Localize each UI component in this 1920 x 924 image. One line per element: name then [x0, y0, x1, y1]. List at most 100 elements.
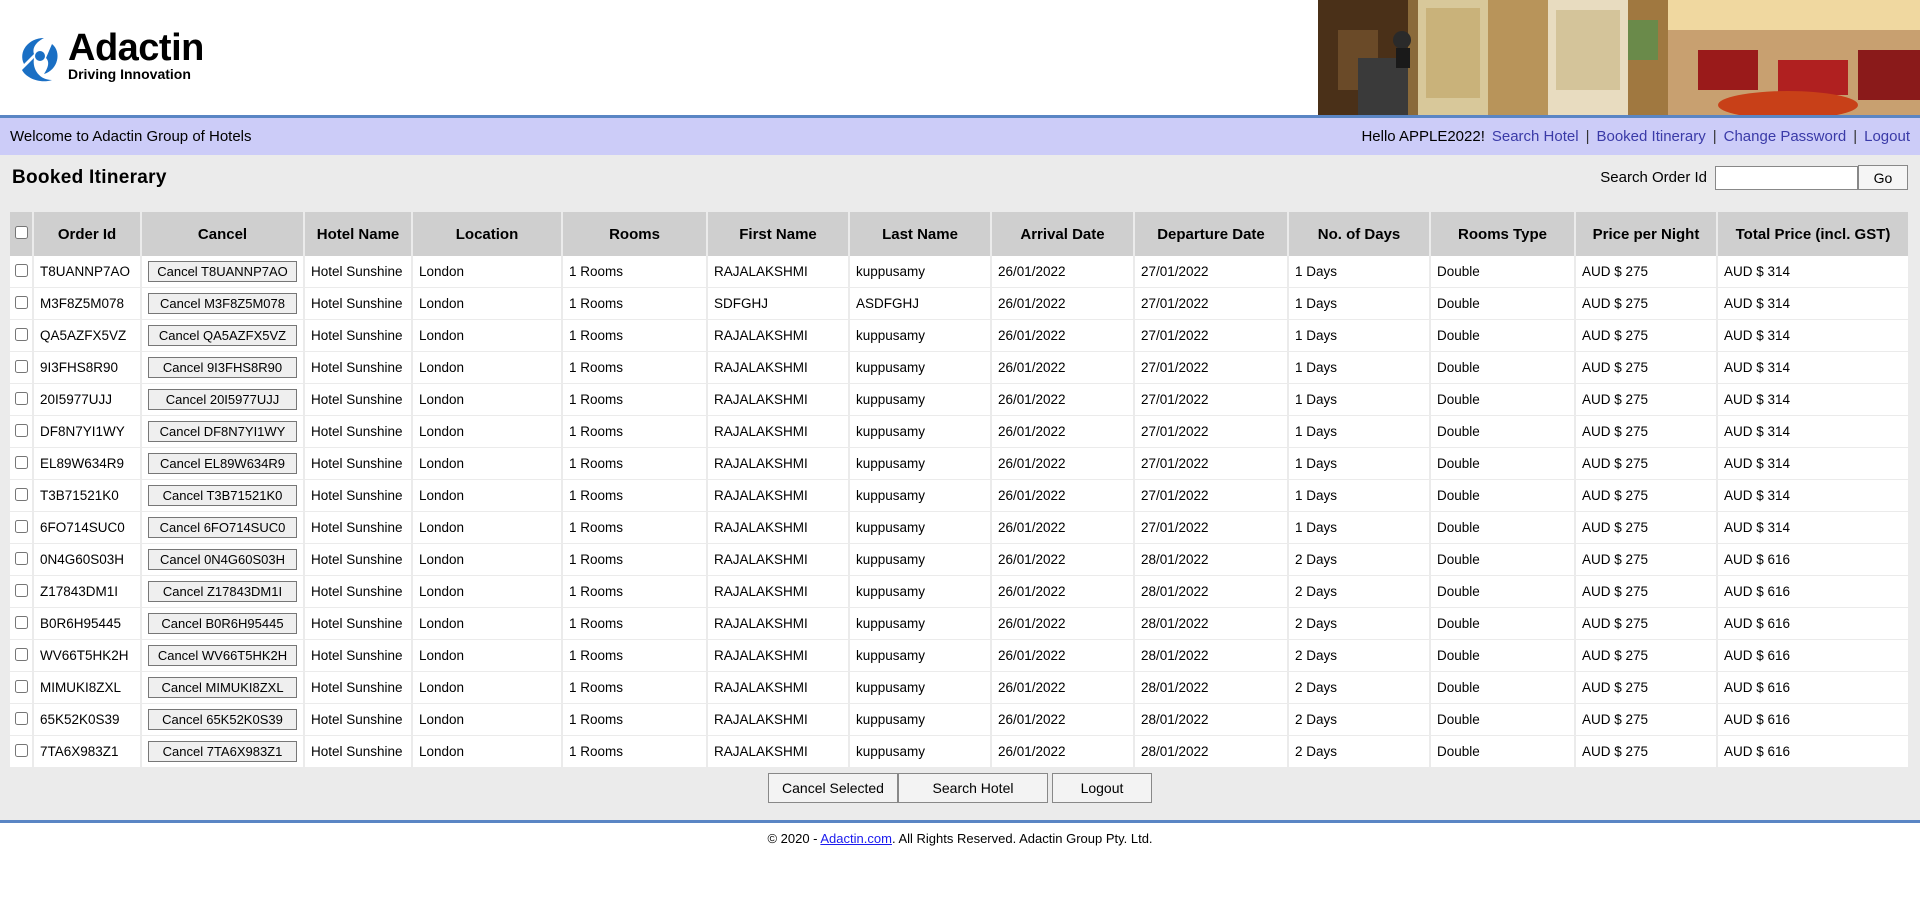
search-order-form: Search Order Id Go: [1600, 165, 1908, 190]
cell-last-name: kuppusamy: [849, 319, 992, 352]
row-select-checkbox[interactable]: [14, 551, 28, 565]
cancel-order-button[interactable]: Cancel 9I3FHS8R90: [148, 357, 297, 378]
cell-departure-date: 28/01/2022: [1134, 735, 1289, 768]
cancel-order-button[interactable]: Cancel EL89W634R9: [148, 453, 297, 474]
row-select-cell: [10, 351, 34, 384]
row-select-checkbox[interactable]: [14, 711, 28, 725]
cell-rooms-type: Double: [1430, 287, 1576, 320]
cell-order-id: QA5AZFX5VZ: [33, 319, 142, 352]
cell-rooms: 1 Rooms: [562, 735, 708, 768]
cell-last-name: kuppusamy: [849, 575, 992, 608]
row-select-cell: [10, 703, 34, 736]
table-row: 9I3FHS8R90 Cancel 9I3FHS8R90 Hotel Sunshin…: [10, 351, 1910, 384]
cancel-order-button[interactable]: Cancel B0R6H95445: [148, 613, 297, 634]
row-select-checkbox[interactable]: [14, 295, 28, 309]
cell-total-price: AUD $ 616: [1717, 639, 1910, 672]
footer-prefix: © 2020 -: [767, 831, 821, 846]
cancel-order-button[interactable]: Cancel 65K52K0S39: [148, 709, 297, 730]
footer-link[interactable]: Adactin.com: [820, 831, 892, 846]
cell-price-per-night: AUD $ 275: [1575, 671, 1718, 704]
cell-total-price: AUD $ 314: [1717, 447, 1910, 480]
row-select-checkbox[interactable]: [14, 519, 28, 533]
cancel-order-button[interactable]: Cancel 6FO714SUC0: [148, 517, 297, 538]
go-button[interactable]: Go: [1858, 165, 1908, 190]
cell-location: London: [412, 479, 563, 512]
cancel-order-button[interactable]: Cancel T3B71521K0: [148, 485, 297, 506]
cancel-order-button[interactable]: Cancel 0N4G60S03H: [148, 549, 297, 570]
cancel-selected-button[interactable]: Cancel Selected: [768, 773, 898, 803]
cancel-cell: Cancel 9I3FHS8R90: [141, 351, 305, 384]
nav-link-booked-itinerary[interactable]: Booked Itinerary: [1596, 128, 1705, 145]
cell-no-of-days: 2 Days: [1288, 575, 1431, 608]
cancel-cell: Cancel 0N4G60S03H: [141, 543, 305, 576]
select-all-checkbox[interactable]: [14, 225, 28, 239]
row-select-checkbox[interactable]: [14, 647, 28, 661]
cell-price-per-night: AUD $ 275: [1575, 319, 1718, 352]
row-select-checkbox[interactable]: [14, 391, 28, 405]
cell-departure-date: 27/01/2022: [1134, 447, 1289, 480]
cell-arrival-date: 26/01/2022: [991, 256, 1135, 288]
row-select-checkbox[interactable]: [14, 583, 28, 597]
logout-button[interactable]: Logout: [1052, 773, 1152, 803]
cancel-order-button[interactable]: Cancel MIMUKI8ZXL: [148, 677, 297, 698]
cell-rooms-type: Double: [1430, 671, 1576, 704]
cancel-order-button[interactable]: Cancel QA5AZFX5VZ: [148, 325, 297, 346]
nav-link-search-hotel[interactable]: Search Hotel: [1492, 128, 1579, 145]
cell-arrival-date: 26/01/2022: [991, 447, 1135, 480]
cell-hotel-name: Hotel Sunshine: [304, 671, 413, 704]
cell-first-name: RAJALAKSHMI: [707, 319, 850, 352]
cell-last-name: kuppusamy: [849, 671, 992, 704]
cell-first-name: SDFGHJ: [707, 287, 850, 320]
row-select-checkbox[interactable]: [14, 679, 28, 693]
cancel-cell: Cancel T3B71521K0: [141, 479, 305, 512]
cell-first-name: RAJALAKSHMI: [707, 383, 850, 416]
row-select-cell: [10, 447, 34, 480]
search-hotel-button[interactable]: Search Hotel: [898, 773, 1048, 803]
adactin-logo[interactable]: Adactin Driving Innovation: [14, 26, 234, 86]
cancel-order-button[interactable]: Cancel WV66T5HK2H: [148, 645, 297, 666]
col-first-name: First Name: [707, 212, 850, 256]
row-select-cell: [10, 543, 34, 576]
search-order-input[interactable]: [1715, 165, 1858, 190]
cancel-cell: Cancel B0R6H95445: [141, 607, 305, 640]
cell-arrival-date: 26/01/2022: [991, 319, 1135, 352]
cell-location: London: [412, 639, 563, 672]
row-select-checkbox[interactable]: [14, 615, 28, 629]
row-select-checkbox[interactable]: [14, 359, 28, 373]
cancel-order-button[interactable]: Cancel 7TA6X983Z1: [148, 741, 297, 762]
row-select-checkbox[interactable]: [14, 743, 28, 757]
row-select-checkbox[interactable]: [14, 263, 28, 277]
cell-rooms: 1 Rooms: [562, 479, 708, 512]
cancel-order-button[interactable]: Cancel 20I5977UJJ: [148, 389, 297, 410]
cell-first-name: RAJALAKSHMI: [707, 671, 850, 704]
cell-last-name: kuppusamy: [849, 479, 992, 512]
search-order-label: Search Order Id: [1600, 169, 1707, 186]
cell-arrival-date: 26/01/2022: [991, 415, 1135, 448]
table-row: T3B71521K0 Cancel T3B71521K0 Hotel Sunshin…: [10, 479, 1910, 512]
row-select-checkbox[interactable]: [14, 423, 28, 437]
cell-order-id: 6FO714SUC0: [33, 511, 142, 544]
cell-last-name: kuppusamy: [849, 607, 992, 640]
cell-arrival-date: 26/01/2022: [991, 351, 1135, 384]
cancel-order-button[interactable]: Cancel DF8N7YI1WY: [148, 421, 297, 442]
nav-link-change-password[interactable]: Change Password: [1724, 128, 1847, 145]
cancel-order-button[interactable]: Cancel M3F8Z5M078: [148, 293, 297, 314]
cell-arrival-date: 26/01/2022: [991, 703, 1135, 736]
cancel-order-button[interactable]: Cancel Z17843DM1I: [148, 581, 297, 602]
cell-total-price: AUD $ 616: [1717, 671, 1910, 704]
cancel-cell: Cancel 65K52K0S39: [141, 703, 305, 736]
cell-order-id: WV66T5HK2H: [33, 639, 142, 672]
row-select-checkbox[interactable]: [14, 455, 28, 469]
cell-no-of-days: 2 Days: [1288, 607, 1431, 640]
select-all-cell: [10, 212, 34, 256]
nav-link-logout[interactable]: Logout: [1864, 128, 1910, 145]
cell-first-name: RAJALAKSHMI: [707, 351, 850, 384]
cell-last-name: ASDFGHJ: [849, 287, 992, 320]
col-no-of-days: No. of Days: [1288, 212, 1431, 256]
cell-location: London: [412, 703, 563, 736]
cancel-order-button[interactable]: Cancel T8UANNP7AO: [148, 261, 297, 282]
cell-price-per-night: AUD $ 275: [1575, 511, 1718, 544]
row-select-checkbox[interactable]: [14, 327, 28, 341]
row-select-checkbox[interactable]: [14, 487, 28, 501]
cell-order-id: B0R6H95445: [33, 607, 142, 640]
